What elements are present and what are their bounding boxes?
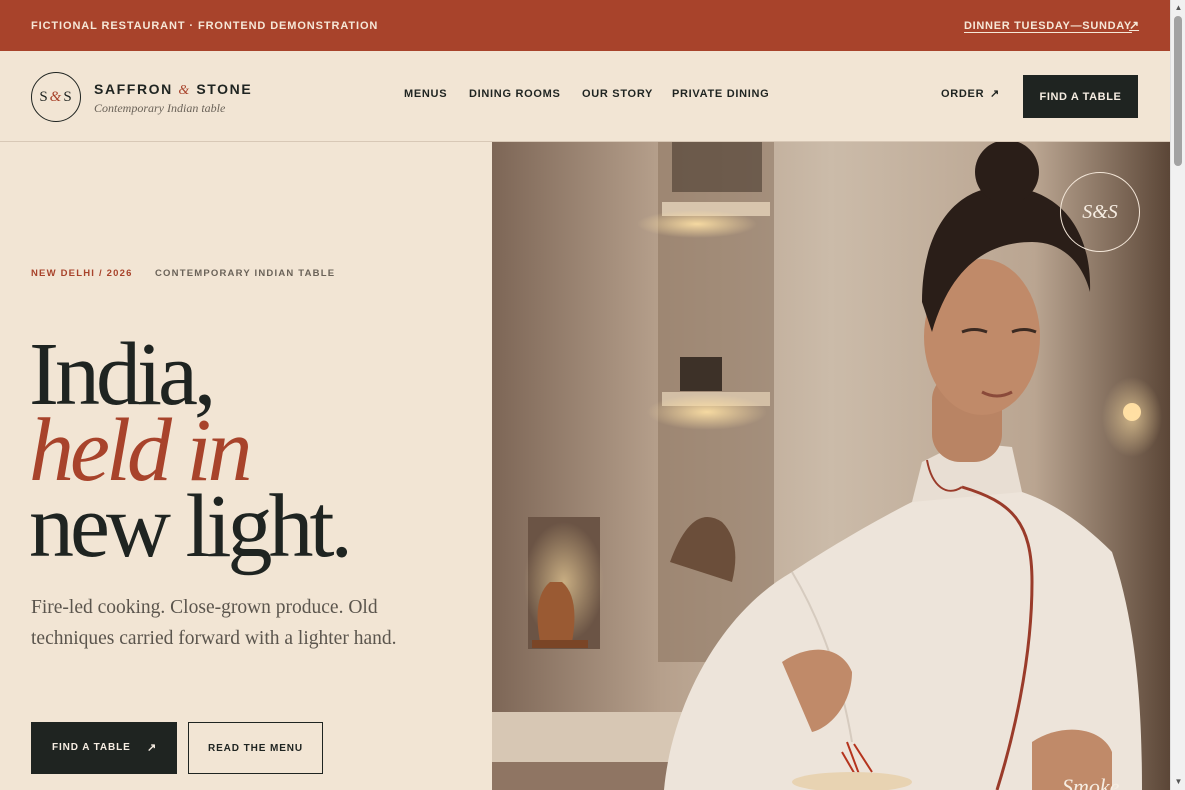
find-a-table-button[interactable]: FIND A TABLE bbox=[1023, 75, 1138, 118]
chef-illustration bbox=[492, 142, 1170, 790]
logo-ampersand: & bbox=[49, 88, 63, 105]
order-link[interactable]: ORDER bbox=[941, 88, 984, 100]
find-a-table-hero-button[interactable]: FIND A TABLE ↗ bbox=[31, 722, 177, 774]
hero-headline-line: new light. bbox=[29, 477, 353, 576]
announcement-text: FICTIONAL RESTAURANT · FRONTEND DEMONSTR… bbox=[31, 20, 379, 32]
button-label: FIND A TABLE bbox=[52, 742, 131, 753]
scroll-up-arrow-icon[interactable]: ▲ bbox=[1171, 2, 1185, 14]
page-scrollbar[interactable]: ▲ ▼ bbox=[1170, 0, 1185, 790]
brand-tagline: Contemporary Indian table bbox=[94, 101, 226, 115]
read-the-menu-button[interactable]: READ THE MENU bbox=[188, 722, 323, 774]
monogram-seal: S&S bbox=[1060, 172, 1140, 252]
nav-link-dining-rooms[interactable]: DINING ROOMS bbox=[469, 88, 561, 100]
site-header: S & S SAFFRON & STONE Contemporary India… bbox=[0, 51, 1170, 142]
brand-name[interactable]: SAFFRON & STONE bbox=[94, 81, 252, 99]
announcement-bar: FICTIONAL RESTAURANT · FRONTEND DEMONSTR… bbox=[0, 0, 1170, 51]
nav-link-private-dining[interactable]: PRIVATE DINING bbox=[672, 88, 769, 100]
logo-letter: S bbox=[39, 88, 49, 105]
brand-name-part: SAFFRON bbox=[94, 81, 179, 97]
external-arrow-icon[interactable]: ↗ bbox=[990, 87, 999, 100]
brand-name-part: STONE bbox=[190, 81, 253, 97]
hero-lede: Fire-led cooking. Close-grown produce. O… bbox=[31, 597, 397, 649]
brand-ampersand: & bbox=[178, 83, 191, 98]
chef-hero-photo bbox=[492, 142, 1170, 790]
hero-kicker-location: NEW DELHI / 2026 bbox=[31, 268, 133, 279]
logo-letter: S bbox=[63, 88, 73, 105]
nav-link-menus[interactable]: MENUS bbox=[404, 88, 447, 100]
logo-monogram[interactable]: S & S bbox=[31, 72, 81, 122]
external-arrow-icon: ↗ bbox=[147, 742, 158, 754]
nav-link-our-story[interactable]: OUR STORY bbox=[582, 88, 653, 100]
scroll-down-arrow-icon[interactable]: ▼ bbox=[1171, 776, 1185, 788]
hero-kicker-tagline: CONTEMPORARY INDIAN TABLE bbox=[155, 268, 336, 279]
scrollbar-thumb[interactable] bbox=[1174, 16, 1182, 166]
photo-caption: Smoke bbox=[1062, 774, 1120, 790]
external-arrow-icon[interactable]: ↗ bbox=[1129, 18, 1139, 32]
hours-link[interactable]: DINNER TUESDAY—SUNDAY bbox=[964, 20, 1132, 32]
